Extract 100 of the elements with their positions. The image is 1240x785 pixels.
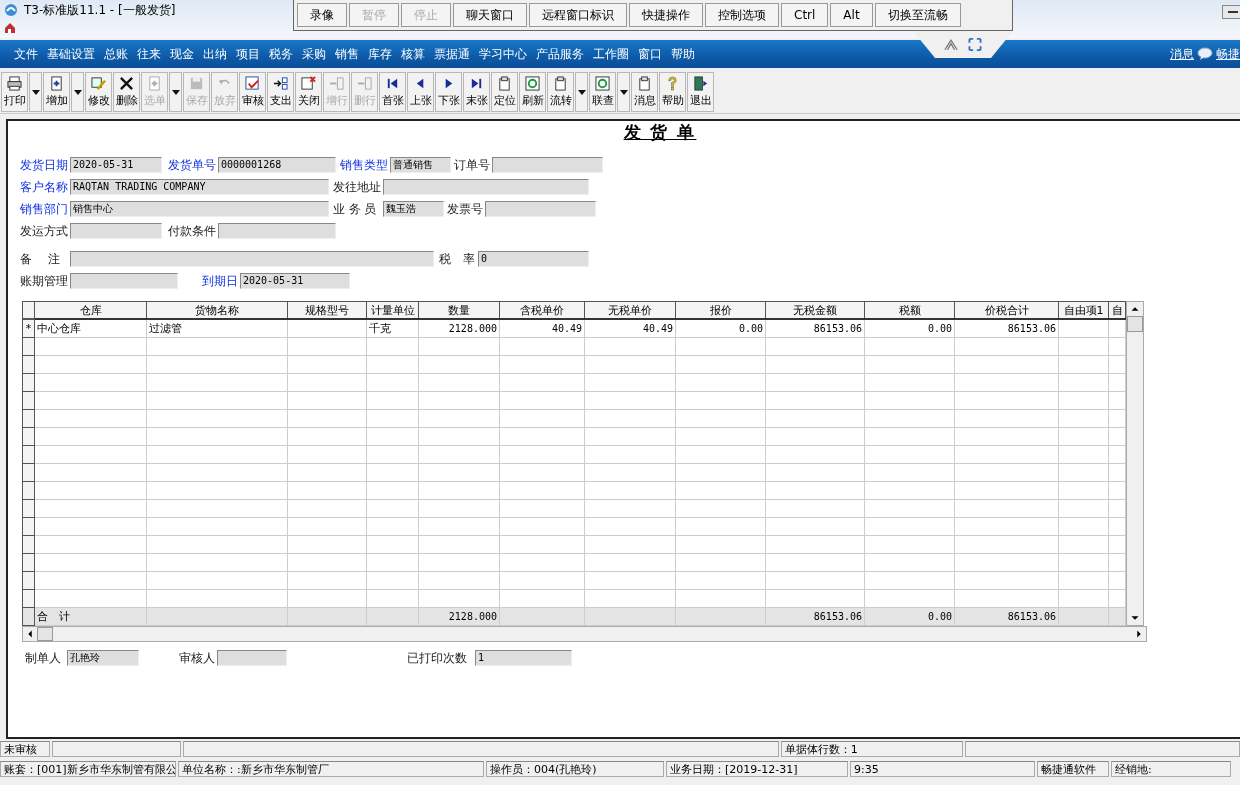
toolbar-button[interactable]: 刷新: [519, 72, 546, 112]
input-field[interactable]: [492, 157, 603, 173]
column-header[interactable]: 规格型号: [287, 301, 367, 319]
field-label: 已打印次数: [407, 650, 468, 666]
input-field[interactable]: 2020-05-31: [240, 273, 350, 289]
toolbar-button[interactable]: 删除: [113, 72, 140, 112]
input-field[interactable]: 1: [475, 650, 572, 666]
input-field[interactable]: [383, 179, 589, 195]
input-field[interactable]: [70, 223, 162, 239]
toolbar-button[interactable]: 关闭: [295, 72, 322, 112]
toolbar-button[interactable]: 末张: [463, 72, 490, 112]
toolbar-button[interactable]: 首张: [379, 72, 406, 112]
horizontal-scrollbar[interactable]: [22, 626, 1147, 642]
input-field[interactable]: [218, 223, 336, 239]
menu-item[interactable]: 窗口: [638, 45, 662, 63]
menu-item[interactable]: 出纳: [203, 45, 227, 63]
toolbar-button[interactable]: 帮助: [659, 72, 686, 112]
menu-item[interactable]: 基础设置: [47, 45, 95, 63]
dropdown-arrow-button[interactable]: [617, 72, 630, 112]
check-document-icon: [245, 76, 260, 91]
caret-icon: [619, 89, 628, 95]
input-field[interactable]: [70, 251, 434, 267]
menu-item[interactable]: 总账: [104, 45, 128, 63]
house-icon[interactable]: [4, 22, 16, 34]
menu-item[interactable]: 文件: [14, 45, 38, 63]
app-logo-icon: [4, 3, 18, 17]
save-icon: [189, 76, 204, 91]
dropdown-arrow-button[interactable]: [575, 72, 588, 112]
scroll-thumb[interactable]: [1127, 316, 1143, 332]
input-field[interactable]: 销售中心: [70, 201, 329, 217]
menu-item[interactable]: 学习中心: [479, 45, 527, 63]
messages-link[interactable]: 消息: [1170, 45, 1194, 63]
toolbar-button[interactable]: 打印: [1, 72, 28, 112]
menu-item[interactable]: 销售: [335, 45, 359, 63]
chat-bubble-icon[interactable]: [1197, 47, 1213, 61]
menu-item[interactable]: 库存: [368, 45, 392, 63]
input-field[interactable]: [485, 201, 596, 217]
menu-item[interactable]: 项目: [236, 45, 260, 63]
toolbar-button[interactable]: 定位: [491, 72, 518, 112]
expand-icon[interactable]: [968, 38, 982, 51]
column-header[interactable]: 仓库: [34, 301, 147, 319]
toolbar-button[interactable]: 增加: [43, 72, 70, 112]
column-header[interactable]: 计量单位: [366, 301, 419, 319]
column-header[interactable]: 数量: [418, 301, 500, 319]
dropdown-arrow-button[interactable]: [29, 72, 42, 112]
column-header[interactable]: 货物名称: [146, 301, 288, 319]
minimize-button[interactable]: [1222, 5, 1240, 19]
chevron-up-icon[interactable]: [944, 38, 958, 51]
input-field[interactable]: 2020-05-31: [70, 157, 162, 173]
remote-control-button[interactable]: 远程窗口标识: [529, 3, 627, 27]
remote-control-button[interactable]: Ctrl: [781, 3, 829, 27]
input-field[interactable]: 孔艳玲: [67, 650, 139, 666]
toolbar-button[interactable]: 修改: [85, 72, 112, 112]
column-header[interactable]: 自由项1: [1058, 301, 1109, 319]
column-header[interactable]: 报价: [675, 301, 766, 319]
table-cell: 40.49: [499, 319, 585, 338]
field-label: 到期日: [202, 273, 239, 289]
dropdown-arrow-button[interactable]: [71, 72, 84, 112]
toolbar-button[interactable]: 审核: [239, 72, 266, 112]
column-header[interactable]: 无税单价: [584, 301, 676, 319]
remote-control-button[interactable]: 控制选项: [705, 3, 779, 27]
input-field[interactable]: 0000001268: [218, 157, 336, 173]
toolbar-button[interactable]: 上张: [407, 72, 434, 112]
remote-control-button[interactable]: 快捷操作: [629, 3, 703, 27]
status-field: 9:35: [850, 761, 1035, 777]
column-header[interactable]: 含税单价: [499, 301, 585, 319]
input-field[interactable]: [70, 273, 178, 289]
menu-item[interactable]: 现金: [170, 45, 194, 63]
input-field[interactable]: 魏玉浩: [383, 201, 444, 217]
menu-item[interactable]: 帮助: [671, 45, 695, 63]
toolbar-button[interactable]: 退出: [687, 72, 714, 112]
vertical-scrollbar[interactable]: [1126, 301, 1144, 626]
menu-item[interactable]: 产品服务: [536, 45, 584, 63]
menu-item[interactable]: 核算: [401, 45, 425, 63]
clipboard-icon: [497, 76, 512, 91]
menu-item[interactable]: 票据通: [434, 45, 470, 63]
service-link[interactable]: 畅捷: [1216, 45, 1240, 63]
toolbar-button[interactable]: 支出: [267, 72, 294, 112]
input-field[interactable]: 0: [478, 251, 589, 267]
toolbar-button[interactable]: 流转: [547, 72, 574, 112]
exit-icon: [693, 76, 708, 91]
toolbar-button[interactable]: 下张: [435, 72, 462, 112]
input-field[interactable]: 普通销售: [390, 157, 451, 173]
edit-icon: [91, 76, 106, 91]
menu-item[interactable]: 工作圈: [593, 45, 629, 63]
scroll-thumb[interactable]: [37, 627, 53, 641]
remote-control-button[interactable]: 聊天窗口: [453, 3, 527, 27]
column-header[interactable]: 税额: [864, 301, 955, 319]
toolbar-button[interactable]: 消息: [631, 72, 658, 112]
column-header[interactable]: 无税金额: [765, 301, 865, 319]
remote-control-button[interactable]: 切换至流畅: [874, 3, 961, 27]
menu-item[interactable]: 往来: [137, 45, 161, 63]
input-field[interactable]: [217, 650, 287, 666]
menu-item[interactable]: 税务: [269, 45, 293, 63]
column-header[interactable]: 价税合计: [954, 301, 1059, 319]
remote-control-button[interactable]: Alt: [830, 3, 873, 27]
toolbar-button[interactable]: 联查: [589, 72, 616, 112]
input-field[interactable]: RAQTAN TRADING COMPANY: [70, 179, 329, 195]
remote-control-button[interactable]: 录像: [297, 3, 347, 27]
menu-item[interactable]: 采购: [302, 45, 326, 63]
